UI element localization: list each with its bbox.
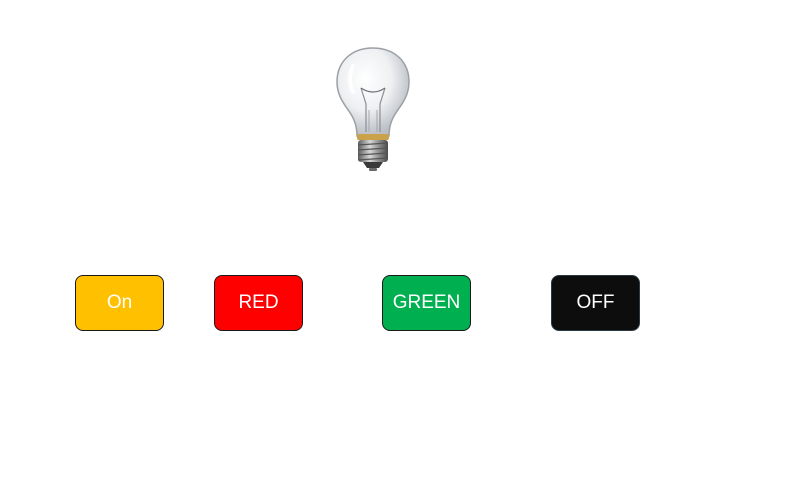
light-bulb-icon — [333, 44, 413, 174]
off-button[interactable]: OFF — [551, 275, 640, 331]
red-button[interactable]: RED — [214, 275, 303, 331]
green-button[interactable]: GREEN — [382, 275, 471, 331]
light-bulb-graphic — [336, 47, 410, 171]
on-button[interactable]: On — [75, 275, 164, 331]
